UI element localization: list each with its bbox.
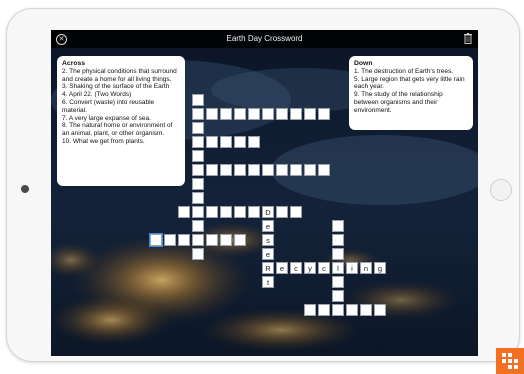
grid-cell[interactable]: [332, 234, 344, 246]
grid-cell[interactable]: [192, 234, 204, 246]
grid-cell[interactable]: [332, 276, 344, 288]
grid-cell-desert[interactable]: t: [262, 276, 274, 288]
across-clue[interactable]: 3. Shaking of the surface of the Earth: [62, 83, 180, 91]
grid-cell[interactable]: [304, 164, 316, 176]
grid-cell[interactable]: [290, 206, 302, 218]
grid-cell[interactable]: [192, 136, 204, 148]
top-bar: ✕ Earth Day Crossword: [51, 30, 478, 48]
grid-cell[interactable]: [206, 164, 218, 176]
grid-cell-desert[interactable]: R: [262, 262, 274, 274]
grid-cell[interactable]: [304, 108, 316, 120]
grid-cell-recycling[interactable]: c: [318, 262, 330, 274]
down-heading: Down: [354, 60, 373, 67]
grid-cell[interactable]: [220, 136, 232, 148]
grid-logo-icon: [502, 353, 518, 369]
grid-cell-recycling[interactable]: y: [304, 262, 316, 274]
grid-cell[interactable]: [360, 304, 372, 316]
grid-cell-recycling[interactable]: l: [332, 262, 344, 274]
grid-cell-desert[interactable]: e: [262, 220, 274, 232]
grid-cell[interactable]: [192, 150, 204, 162]
grid-cell[interactable]: [234, 206, 246, 218]
grid-cell[interactable]: [248, 206, 260, 218]
grid-cell[interactable]: [192, 178, 204, 190]
grid-cell[interactable]: [234, 108, 246, 120]
across-clue[interactable]: 6. Convert (waste) into reusable materia…: [62, 99, 180, 115]
grid-cell[interactable]: [332, 248, 344, 260]
across-clue[interactable]: 8. The natural home or environment of an…: [62, 122, 180, 138]
grid-cell[interactable]: [206, 234, 218, 246]
trash-icon[interactable]: [464, 33, 472, 44]
grid-cell[interactable]: [192, 206, 204, 218]
across-clue[interactable]: 4. April 22. (Two Words): [62, 91, 180, 99]
app-screen: ✕ Earth Day Crossword Across 2. The phys…: [51, 30, 478, 356]
grid-cell[interactable]: [192, 94, 204, 106]
grid-cell[interactable]: [332, 304, 344, 316]
grid-cell[interactable]: [220, 108, 232, 120]
grid-cell-recycling[interactable]: c: [290, 262, 302, 274]
grid-cell[interactable]: [192, 248, 204, 260]
grid-cell[interactable]: [332, 220, 344, 232]
grid-cell-recycling[interactable]: n: [360, 262, 372, 274]
grid-cell[interactable]: [192, 108, 204, 120]
grid-cell[interactable]: [262, 108, 274, 120]
grid-cell[interactable]: [220, 206, 232, 218]
grid-cell-desert[interactable]: e: [262, 248, 274, 260]
down-clue[interactable]: 5. Large region that gets very little ra…: [354, 76, 468, 92]
grid-cell[interactable]: [318, 108, 330, 120]
close-icon[interactable]: ✕: [56, 34, 67, 45]
grid-cell[interactable]: [248, 136, 260, 148]
across-clue[interactable]: 7. A very large expanse of sea.: [62, 115, 180, 123]
grid-cell[interactable]: [346, 304, 358, 316]
down-clues-panel: Down 1. The destruction of Earth's trees…: [349, 56, 473, 130]
grid-cell[interactable]: [276, 164, 288, 176]
grid-cell[interactable]: [290, 164, 302, 176]
grid-cell[interactable]: [178, 234, 190, 246]
grid-cell-recycling[interactable]: i: [346, 262, 358, 274]
across-clue[interactable]: 10. What we get from plants.: [62, 138, 180, 146]
grid-cell-recycling[interactable]: e: [276, 262, 288, 274]
across-heading: Across: [62, 60, 86, 67]
grid-cell[interactable]: [318, 304, 330, 316]
grid-cell[interactable]: [290, 108, 302, 120]
grid-cell[interactable]: [276, 108, 288, 120]
across-clues-panel: Across 2. The physical conditions that s…: [57, 56, 185, 186]
down-clue[interactable]: 9. The study of the relationship between…: [354, 91, 468, 114]
grid-cell[interactable]: [220, 164, 232, 176]
grid-cell[interactable]: [276, 206, 288, 218]
grid-cell[interactable]: [206, 206, 218, 218]
grid-cell[interactable]: [192, 122, 204, 134]
grid-cell-desert[interactable]: s: [262, 234, 274, 246]
grid-cell[interactable]: [206, 108, 218, 120]
grid-cell[interactable]: [234, 234, 246, 246]
grid-cell-recycling[interactable]: g: [374, 262, 386, 274]
grid-cell[interactable]: [262, 164, 274, 176]
grid-cell[interactable]: [304, 304, 316, 316]
grid-cell[interactable]: [149, 233, 163, 247]
app-title: Earth Day Crossword: [226, 34, 303, 43]
grid-cell[interactable]: [248, 164, 260, 176]
grid-cell[interactable]: [178, 206, 190, 218]
camera-dot: [21, 185, 29, 193]
grid-cell-desert[interactable]: D: [262, 206, 274, 218]
grid-cell[interactable]: [164, 234, 176, 246]
grid-cell[interactable]: [248, 108, 260, 120]
grid-cell[interactable]: [220, 234, 232, 246]
down-clue[interactable]: 1. The destruction of Earth's trees.: [354, 68, 468, 76]
grid-cell[interactable]: [374, 304, 386, 316]
grid-cell[interactable]: [206, 136, 218, 148]
grid-cell[interactable]: [192, 192, 204, 204]
grid-cell[interactable]: [332, 290, 344, 302]
home-button: [490, 179, 512, 201]
grid-cell[interactable]: [192, 220, 204, 232]
grid-cell[interactable]: [192, 164, 204, 176]
grid-cell[interactable]: [234, 164, 246, 176]
grid-cell[interactable]: [234, 136, 246, 148]
across-clue[interactable]: 2. The physical conditions that surround…: [62, 68, 180, 84]
brand-logo: [496, 348, 524, 374]
grid-cell[interactable]: [318, 164, 330, 176]
